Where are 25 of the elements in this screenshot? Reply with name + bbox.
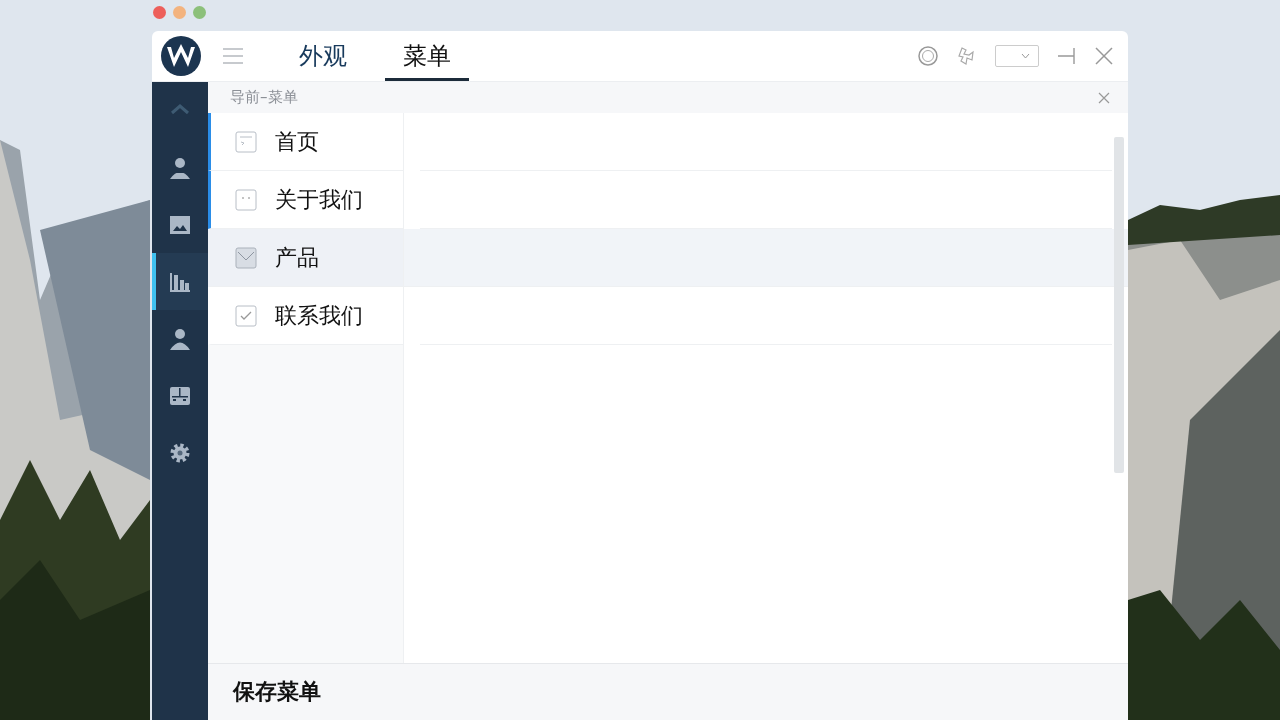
page-icon — [235, 130, 257, 153]
envelope-icon — [235, 246, 257, 269]
menu-item[interactable]: 产品 — [208, 229, 403, 287]
close-icon[interactable] — [1098, 91, 1110, 104]
user-icon — [169, 327, 191, 350]
settings-icon — [169, 441, 191, 464]
menu-item[interactable]: 关于我们 — [208, 171, 403, 229]
menu-item[interactable]: 首页 — [208, 113, 403, 171]
caret-icon — [1021, 53, 1030, 59]
scrollbar[interactable] — [1114, 137, 1124, 473]
user-badge-icon — [169, 156, 191, 179]
menu-item[interactable]: 联系我们 — [208, 287, 403, 345]
image-icon — [169, 213, 191, 236]
logo-icon — [161, 36, 201, 76]
save-menu-button[interactable]: 保存菜单 — [208, 663, 1128, 720]
close-icon[interactable] — [1095, 47, 1113, 65]
checkmark-icon — [235, 304, 257, 327]
menu-icon[interactable] — [222, 48, 244, 64]
layout-icon — [169, 384, 191, 407]
dropdown[interactable] — [995, 45, 1039, 67]
bar-chart-icon — [169, 270, 191, 293]
breadcrumb: 导前–菜单 — [230, 88, 298, 107]
sidebar-button[interactable] — [152, 253, 208, 310]
tab[interactable]: 外观 — [281, 31, 365, 81]
face-icon — [235, 188, 257, 211]
